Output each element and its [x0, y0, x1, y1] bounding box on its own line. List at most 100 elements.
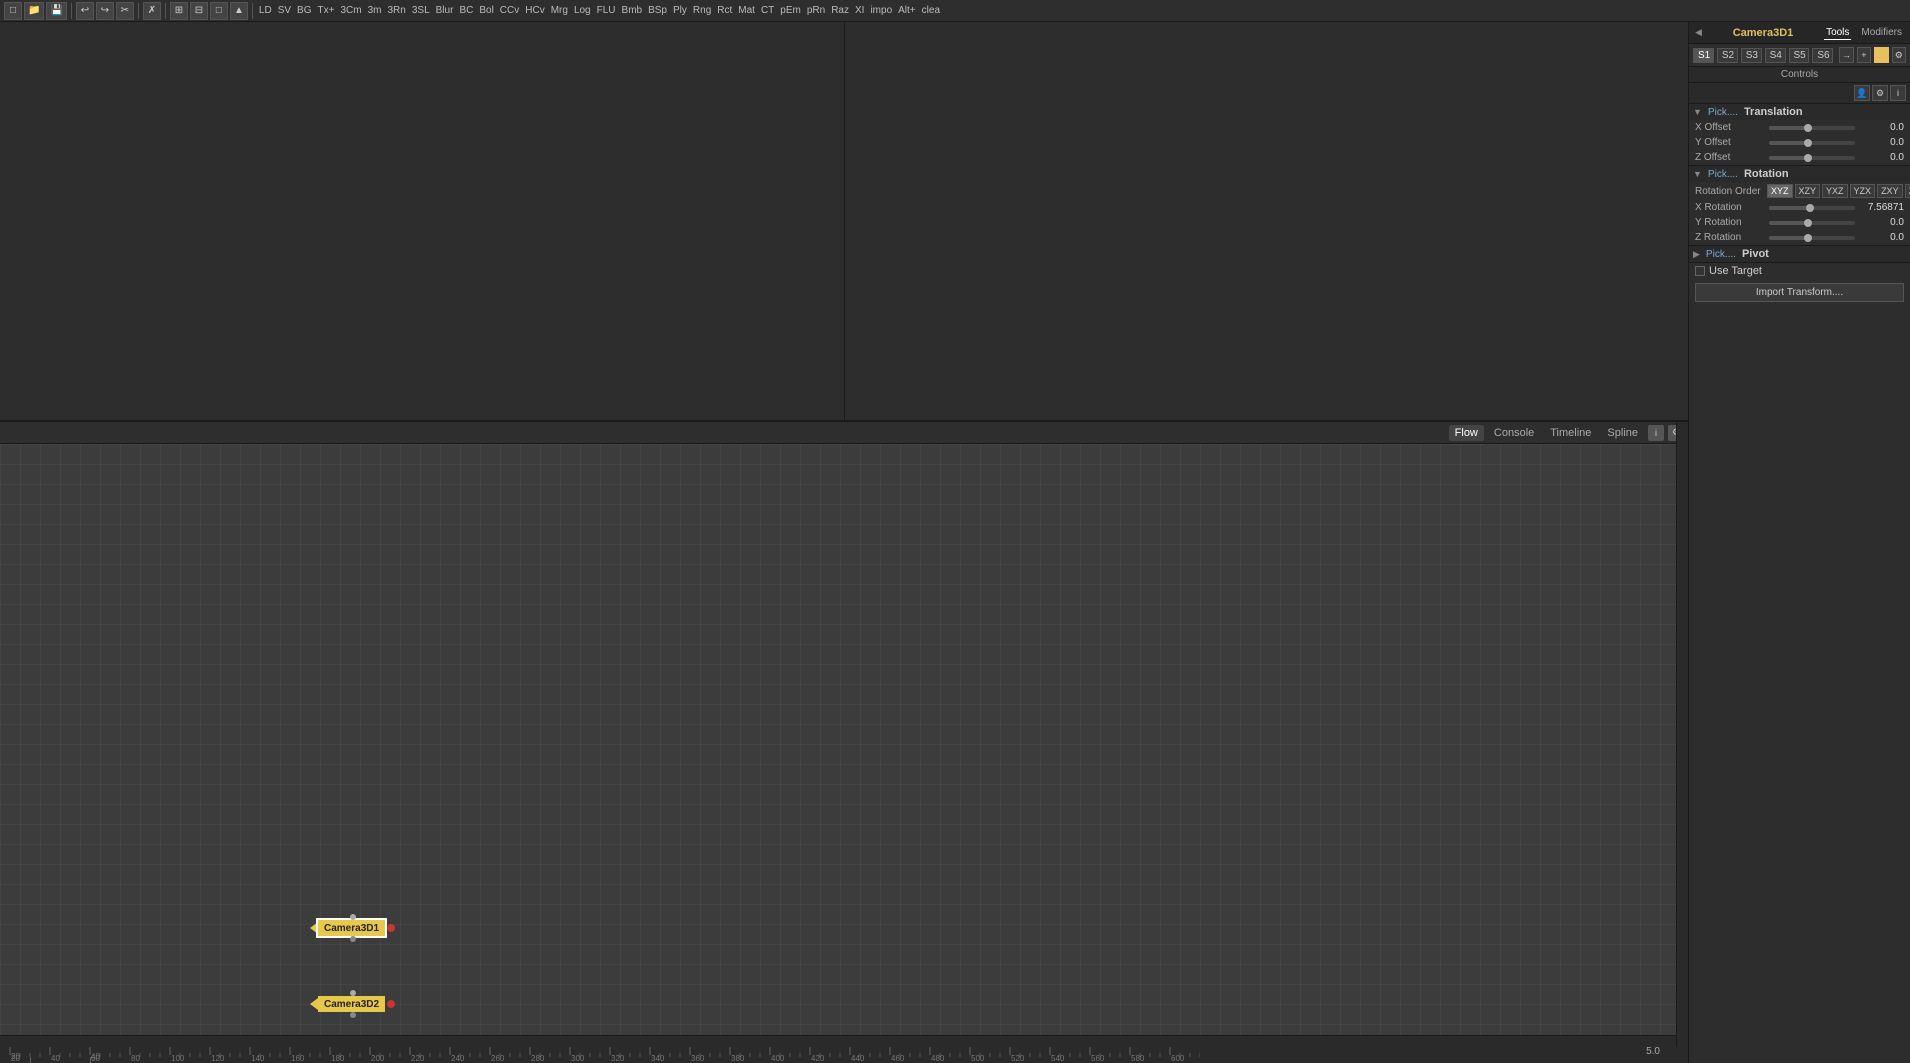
info-icon[interactable]: i [1648, 425, 1664, 441]
tab-tools[interactable]: Tools [1824, 26, 1851, 40]
svg-text:100: 100 [171, 1054, 185, 1063]
y-offset-handle[interactable] [1804, 139, 1812, 147]
viewport-left[interactable] [0, 22, 845, 420]
translation-pick[interactable]: Pick.... [1706, 107, 1740, 118]
node-body-2[interactable]: Camera3D2 [318, 996, 385, 1012]
info-icon-2[interactable]: i [1890, 85, 1906, 101]
node-connector-bottom-2[interactable] [350, 1012, 356, 1018]
rotation-title: Rotation [1744, 168, 1789, 180]
y-offset-label: Y Offset [1695, 137, 1765, 148]
toolbar-x-btn[interactable]: ✗ [143, 2, 161, 20]
mode-bc: BC [457, 5, 475, 16]
flow-canvas[interactable]: Camera3D1 Camera3D2 [0, 444, 1688, 1047]
y-offset-track[interactable] [1769, 141, 1855, 145]
collapse-icon[interactable]: ◀ [1695, 27, 1702, 38]
mode-mat: Mat [736, 5, 757, 16]
y-offset-value: 0.0 [1859, 137, 1904, 148]
mode-bol: Bol [477, 5, 495, 16]
y-offset-slider[interactable] [1769, 141, 1855, 145]
gear-icon-2[interactable]: ⚙ [1872, 85, 1888, 101]
tab-flow[interactable]: Flow [1449, 425, 1484, 441]
main-toolbar: □ 📁 💾 ↩ ↪ ✂ ✗ ⊞ ⊟ □ ▲ LD SV BG Tx+ 3Cm 3… [0, 0, 1910, 22]
arrow-icon[interactable]: → [1839, 47, 1853, 63]
mode-rng: Rng [691, 5, 713, 16]
mode-ccv: CCv [498, 5, 521, 16]
svg-text:480: 480 [931, 1054, 945, 1063]
use-target-row: Use Target [1689, 263, 1910, 279]
import-transform-btn[interactable]: Import Transform.... [1695, 283, 1904, 302]
z-offset-handle[interactable] [1804, 154, 1812, 162]
camera-node-2[interactable]: Camera3D2 [310, 996, 395, 1012]
pivot-header[interactable]: ▶ Pick.... Pivot [1689, 246, 1910, 262]
toolbar-open-btn[interactable]: 📁 [24, 2, 44, 20]
node-body-1[interactable]: Camera3D1 [318, 920, 385, 936]
scene-btn-s6[interactable]: S6 [1812, 48, 1833, 63]
toolbar-cut-icon[interactable]: ✂ [116, 2, 134, 20]
x-offset-track[interactable] [1769, 126, 1855, 130]
z-rotation-slider[interactable] [1769, 236, 1855, 240]
z-offset-track[interactable] [1769, 156, 1855, 160]
toolbar-tri-btn[interactable]: ▲ [230, 2, 248, 20]
pivot-pick[interactable]: Pick.... [1704, 249, 1738, 260]
tab-timeline[interactable]: Timeline [1544, 425, 1597, 441]
z-rotation-track[interactable] [1769, 236, 1855, 240]
add-icon[interactable]: + [1857, 47, 1871, 63]
tab-console[interactable]: Console [1488, 425, 1540, 441]
bottom-vertical-scrollbar[interactable] [1676, 422, 1688, 1047]
node-connector-top-1[interactable] [350, 914, 356, 920]
x-rotation-handle[interactable] [1806, 204, 1814, 212]
translation-header[interactable]: ▼ Pick.... Translation [1689, 104, 1910, 120]
x-rotation-track[interactable] [1769, 206, 1855, 210]
mode-hcv: HCv [523, 5, 546, 16]
svg-text:40: 40 [51, 1054, 60, 1063]
rotation-header[interactable]: ▼ Pick.... Rotation [1689, 166, 1910, 182]
person-icon[interactable]: 👤 [1854, 85, 1870, 101]
z-rotation-row: Z Rotation 0.0 [1689, 230, 1910, 245]
x-offset-slider[interactable] [1769, 126, 1855, 130]
svg-text:380: 380 [731, 1054, 745, 1063]
svg-text:520: 520 [1011, 1054, 1025, 1063]
camera-node-1[interactable]: Camera3D1 [310, 920, 395, 936]
use-target-checkbox[interactable] [1695, 266, 1705, 276]
toolbar-grid2-btn[interactable]: ⊟ [190, 2, 208, 20]
rot-btn-yxz[interactable]: YXZ [1822, 184, 1848, 198]
x-rotation-row: X Rotation 7.56871 [1689, 200, 1910, 215]
node-dot-1 [387, 924, 395, 932]
rot-btn-zxy[interactable]: ZXY [1877, 184, 1903, 198]
tab-modifiers[interactable]: Modifiers [1859, 26, 1904, 40]
y-rotation-handle[interactable] [1804, 219, 1812, 227]
toolbar-box-btn[interactable]: □ [210, 2, 228, 20]
toolbar-redo-icon[interactable]: ↪ [96, 2, 114, 20]
toolbar-file-btn[interactable]: □ [4, 2, 22, 20]
rot-btn-yzx[interactable]: YZX [1850, 184, 1876, 198]
scene-btn-s3[interactable]: S3 [1741, 48, 1762, 63]
node-connector-bottom-1[interactable] [350, 936, 356, 942]
mode-flu: FLU [595, 5, 618, 16]
tab-spline[interactable]: Spline [1601, 425, 1644, 441]
x-rotation-slider[interactable] [1769, 206, 1855, 210]
toolbar-save-btn[interactable]: 💾 [46, 2, 66, 20]
scene-btn-s2[interactable]: S2 [1717, 48, 1738, 63]
bottom-horizontal-scrollbar[interactable] [0, 1035, 1676, 1047]
scene-btn-s1[interactable]: S1 [1693, 48, 1714, 63]
rot-btn-xzy[interactable]: XZY [1795, 184, 1821, 198]
scene-btn-s5[interactable]: S5 [1789, 48, 1810, 63]
rot-btn-zyx[interactable]: ZYX [1905, 184, 1910, 198]
z-offset-slider[interactable] [1769, 156, 1855, 160]
mode-ld: LD [257, 5, 274, 16]
viewport-right[interactable] [845, 22, 1689, 420]
rot-btn-xyz[interactable]: XYZ [1767, 184, 1793, 198]
z-rotation-handle[interactable] [1804, 234, 1812, 242]
y-rotation-track[interactable] [1769, 221, 1855, 225]
x-offset-handle[interactable] [1804, 124, 1812, 132]
scene-btn-s4[interactable]: S4 [1765, 48, 1786, 63]
color-icon[interactable] [1874, 47, 1888, 63]
rotation-pick[interactable]: Pick.... [1706, 169, 1740, 180]
node-connector-top-2[interactable] [350, 990, 356, 996]
toolbar-undo-icon[interactable]: ↩ [76, 2, 94, 20]
settings-icon-2[interactable]: ⚙ [1892, 47, 1906, 63]
y-rotation-slider[interactable] [1769, 221, 1855, 225]
svg-text:460: 460 [891, 1054, 905, 1063]
svg-text:220: 220 [411, 1054, 425, 1063]
toolbar-grid-btn[interactable]: ⊞ [170, 2, 188, 20]
